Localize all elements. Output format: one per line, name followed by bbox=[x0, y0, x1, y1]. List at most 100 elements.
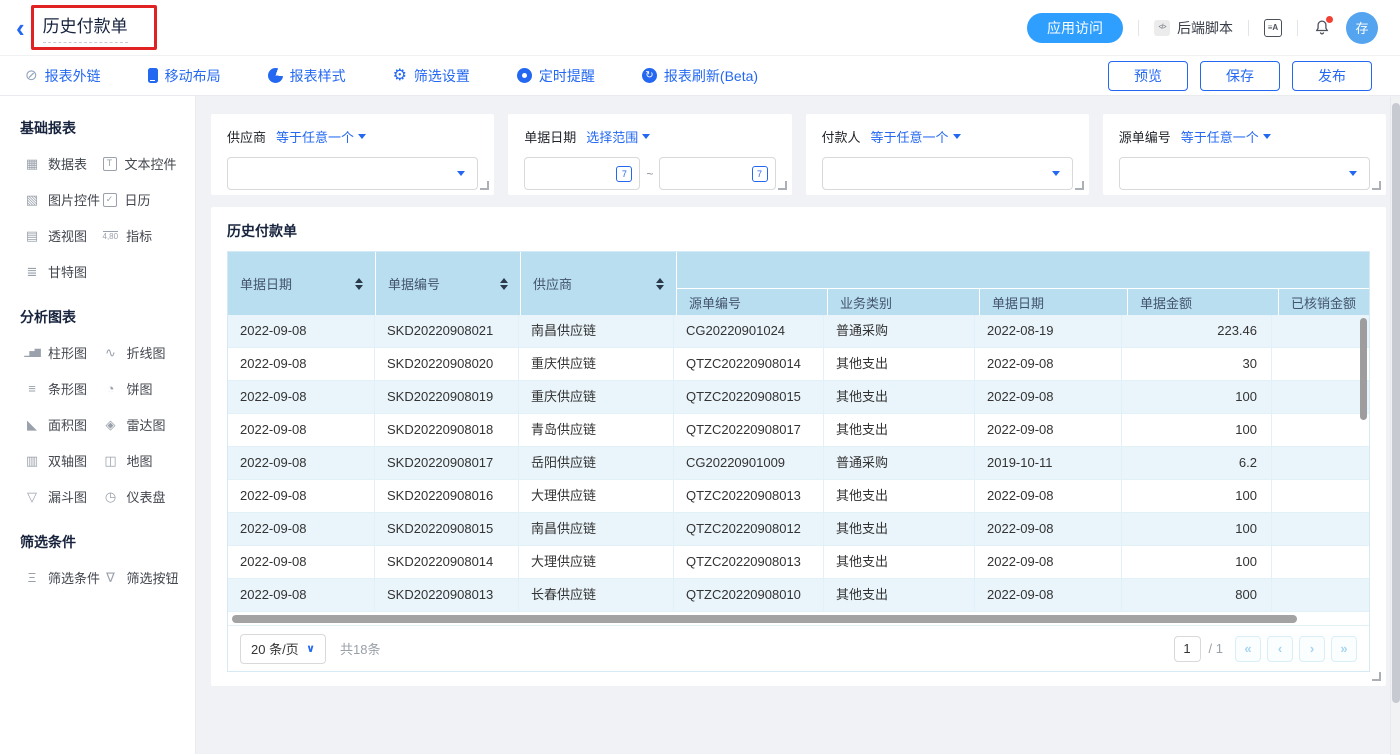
sidebar-widget-item[interactable]: ≣ 甘特图 bbox=[24, 262, 103, 281]
app-access-button[interactable]: 应用访问 bbox=[1027, 13, 1123, 43]
filter-operator-link[interactable]: 选择范围 bbox=[586, 127, 650, 146]
payer-select[interactable] bbox=[822, 157, 1073, 190]
save-button[interactable]: 保存 bbox=[1200, 61, 1280, 91]
column-header-supplier[interactable]: 供应商 bbox=[521, 252, 676, 315]
sidebar-widget-item[interactable]: ▽ 漏斗图 bbox=[24, 487, 103, 506]
page-title: 历史付款单 bbox=[43, 17, 128, 36]
sort-icon[interactable] bbox=[355, 274, 363, 294]
gantt-icon: ≣ bbox=[24, 265, 40, 278]
sidebar-widget-item[interactable]: ◈ 雷达图 bbox=[103, 415, 182, 434]
sidebar-section-filters: 筛选条件 Ξ 筛选条件 ∇ 筛选按钮 bbox=[20, 532, 181, 587]
filter-widget-supplier[interactable]: 供应商 等于任意一个 bbox=[211, 114, 494, 195]
subcolumn-header-category[interactable]: 业务类别 bbox=[828, 289, 979, 315]
sidebar-widget-item[interactable]: ∇ 筛选按钮 bbox=[103, 568, 182, 587]
sidebar-widget-item[interactable]: ◣ 面积图 bbox=[24, 415, 103, 434]
cell-date: 2022-09-08 bbox=[975, 480, 1122, 512]
date-end-input[interactable]: 7 bbox=[659, 157, 775, 190]
cell-supplier: 重庆供应链 bbox=[519, 381, 674, 413]
report-title-field[interactable]: 历史付款单 bbox=[43, 12, 128, 43]
table-row: 2022-09-08 SKD20220908021 南昌供应链 CG202209… bbox=[228, 315, 1369, 348]
cell-date: 2019-10-11 bbox=[975, 447, 1122, 479]
sidebar-widget-item[interactable]: ▦ 数据表 bbox=[24, 154, 103, 173]
caret-down-icon bbox=[642, 134, 650, 143]
sidebar-widget-item[interactable]: ✓ 日历 bbox=[103, 190, 182, 209]
prev-page-button[interactable]: ‹ bbox=[1267, 636, 1293, 662]
filter-operator-link[interactable]: 等于任意一个 bbox=[871, 127, 961, 146]
table-row: 2022-09-08 SKD20220908014 大理供应链 QTZC2022… bbox=[228, 546, 1369, 579]
sidebar-widget-item[interactable]: T 文本控件 bbox=[103, 154, 182, 173]
sidebar-widget-item[interactable]: ◫ 地图 bbox=[103, 451, 182, 470]
preview-button[interactable]: 预览 bbox=[1108, 61, 1188, 91]
subcolumn-header-date[interactable]: 单据日期 bbox=[980, 289, 1127, 315]
table-vertical-scrollbar[interactable] bbox=[1360, 318, 1367, 420]
table-row: 2022-09-08 SKD20220908019 重庆供应链 QTZC2022… bbox=[228, 381, 1369, 414]
table-horizontal-scrollbar[interactable] bbox=[228, 612, 1369, 625]
section-title: 基础报表 bbox=[20, 118, 181, 138]
toolbar-item-timed-reminder[interactable]: 定时提醒 bbox=[517, 66, 595, 86]
divider bbox=[1138, 20, 1139, 36]
subcolumn-header-source-code[interactable]: 源单编号 bbox=[677, 289, 827, 315]
notification-bell-icon[interactable] bbox=[1313, 18, 1331, 37]
sidebar-widget-item[interactable]: ◷ 仪表盘 bbox=[103, 487, 182, 506]
cell-category: 其他支出 bbox=[824, 579, 975, 611]
filter-operator-link[interactable]: 等于任意一个 bbox=[276, 127, 366, 146]
sort-icon[interactable] bbox=[500, 274, 508, 294]
backend-script-button[interactable]: </> 后端脚本 bbox=[1154, 18, 1233, 38]
back-icon[interactable]: ‹ bbox=[16, 17, 25, 39]
toolbar-item-report-style[interactable]: 报表样式 bbox=[268, 66, 346, 86]
toolbar-item-report-refresh[interactable]: ↻ 报表刷新(Beta) bbox=[642, 66, 758, 86]
sidebar-widget-item[interactable]: ◔ 饼图 bbox=[103, 379, 182, 398]
map-icon: ◫ bbox=[103, 454, 119, 467]
page-size-select[interactable]: 20 条/页 ∨ bbox=[240, 634, 326, 664]
column-header-doc-date[interactable]: 单据日期 bbox=[228, 252, 375, 315]
cell-settled-amount bbox=[1272, 546, 1369, 578]
sidebar-widget-item[interactable]: ▁▅▇ 柱形图 bbox=[24, 343, 103, 362]
table-row: 2022-09-08 SKD20220908018 青岛供应链 QTZC2022… bbox=[228, 414, 1369, 447]
scrollbar-thumb[interactable] bbox=[232, 615, 1297, 623]
date-start-input[interactable]: 7 bbox=[524, 157, 640, 190]
sidebar-widget-item[interactable]: ▤ 透视图 bbox=[24, 226, 103, 245]
contacts-icon[interactable]: ≡A bbox=[1264, 19, 1282, 37]
subcolumn-header-amount[interactable]: 单据金额 bbox=[1128, 289, 1278, 315]
data-table-widget[interactable]: 历史付款单 单据日期 单据编号 供应商 bbox=[211, 207, 1386, 686]
sidebar-widget-item[interactable]: ≡ 条形图 bbox=[24, 379, 103, 398]
toolbar-item-mobile-layout[interactable]: 移动布局 bbox=[148, 66, 221, 86]
cell-source-code: QTZC20220908015 bbox=[674, 381, 824, 413]
cell-source-code: QTZC20220908012 bbox=[674, 513, 824, 545]
filter-widget-source-code[interactable]: 源单编号 等于任意一个 bbox=[1103, 114, 1386, 195]
calendar-icon[interactable]: 7 bbox=[752, 166, 768, 182]
scrollbar-thumb[interactable] bbox=[1392, 103, 1400, 703]
sidebar-widget-item[interactable]: ▧ 图片控件 bbox=[24, 190, 103, 209]
avatar[interactable]: 存 bbox=[1346, 12, 1378, 44]
sidebar-widget-item[interactable]: 4,80 指标 bbox=[103, 226, 182, 245]
cell-source-code: QTZC20220908010 bbox=[674, 579, 824, 611]
cell-supplier: 南昌供应链 bbox=[519, 315, 674, 347]
publish-button[interactable]: 发布 bbox=[1292, 61, 1372, 91]
subcolumn-header-settled-amount[interactable]: 已核销金额 bbox=[1279, 289, 1370, 315]
filter-settings-icon: ⚙ bbox=[393, 68, 407, 84]
source-code-select[interactable] bbox=[1119, 157, 1370, 190]
sidebar-widget-item[interactable]: ∿ 折线图 bbox=[103, 343, 182, 362]
calendar-icon[interactable]: 7 bbox=[616, 166, 632, 182]
toolbar-item-external-link[interactable]: ⊘ 报表外链 bbox=[25, 66, 101, 86]
table-row: 2022-09-08 SKD20220908017 岳阳供应链 CG202209… bbox=[228, 447, 1369, 480]
cell-date: 2022-09-08 bbox=[975, 348, 1122, 380]
caret-down-icon bbox=[1349, 171, 1357, 180]
column-header-doc-code[interactable]: 单据编号 bbox=[376, 252, 520, 315]
page-scrollbar[interactable] bbox=[1390, 97, 1400, 755]
sort-icon[interactable] bbox=[656, 274, 664, 294]
table-title: 历史付款单 bbox=[227, 221, 1370, 241]
sidebar-widget-item[interactable]: ▥ 双轴图 bbox=[24, 451, 103, 470]
first-page-button[interactable]: « bbox=[1235, 636, 1261, 662]
sidebar-widget-item[interactable]: Ξ 筛选条件 bbox=[24, 568, 103, 587]
supplier-select[interactable] bbox=[227, 157, 478, 190]
last-page-button[interactable]: » bbox=[1331, 636, 1357, 662]
cell-doc-code: SKD20220908021 bbox=[375, 315, 519, 347]
next-page-button[interactable]: › bbox=[1299, 636, 1325, 662]
radar-chart-icon: ◈ bbox=[103, 418, 119, 431]
filter-widget-payer[interactable]: 付款人 等于任意一个 bbox=[806, 114, 1089, 195]
toolbar-item-filter-settings[interactable]: ⚙ 筛选设置 bbox=[393, 66, 470, 86]
filter-widget-date[interactable]: 单据日期 选择范围 7 ~ 7 bbox=[508, 114, 791, 195]
filter-operator-link[interactable]: 等于任意一个 bbox=[1181, 127, 1271, 146]
page-number-input[interactable]: 1 bbox=[1174, 636, 1201, 662]
